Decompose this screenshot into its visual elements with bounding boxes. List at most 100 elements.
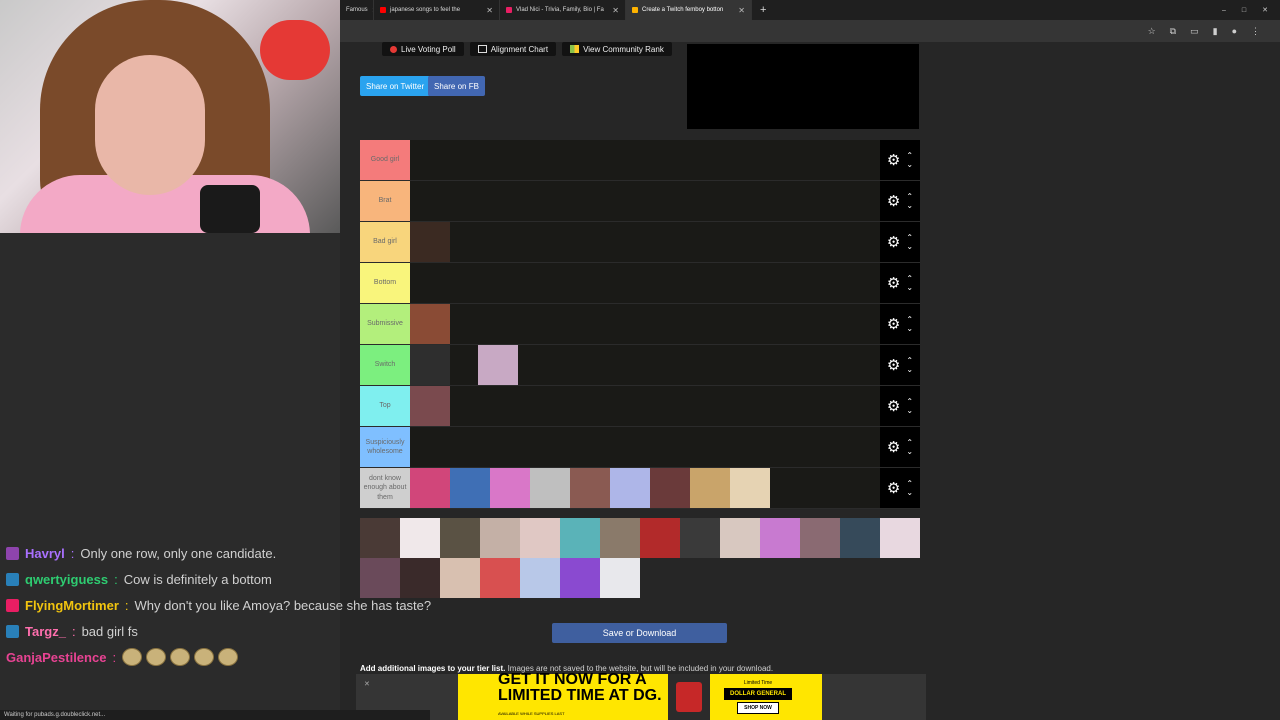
pool-image[interactable] xyxy=(560,518,600,558)
gear-icon[interactable]: ⚙ xyxy=(887,153,900,168)
chevron-down-icon[interactable]: ⌄ xyxy=(906,242,913,251)
pool-image[interactable] xyxy=(480,518,520,558)
tier-drop-area[interactable] xyxy=(410,427,880,467)
pool-image[interactable] xyxy=(720,518,760,558)
tier-image[interactable] xyxy=(570,468,610,508)
chevron-down-icon[interactable]: ⌄ xyxy=(906,488,913,497)
pool-image[interactable] xyxy=(480,558,520,598)
tier-image[interactable] xyxy=(450,468,490,508)
chat-username[interactable]: FlyingMortimer xyxy=(25,598,119,613)
pool-image[interactable] xyxy=(600,518,640,558)
gear-icon[interactable]: ⚙ xyxy=(887,276,900,291)
tier-image[interactable] xyxy=(530,468,570,508)
pool-image[interactable] xyxy=(520,518,560,558)
chevron-up-icon[interactable]: ⌃ xyxy=(906,356,913,365)
chevron-up-icon[interactable]: ⌃ xyxy=(906,192,913,201)
chevron-down-icon[interactable]: ⌄ xyxy=(906,324,913,333)
pool-image[interactable] xyxy=(680,518,720,558)
tier-label[interactable]: Suspiciously wholesome xyxy=(360,427,410,467)
tier-image[interactable] xyxy=(690,468,730,508)
chat-username[interactable]: GanjaPestilence xyxy=(6,650,106,665)
tier-label[interactable]: dont know enough about them xyxy=(360,468,410,508)
close-window-button[interactable]: ✕ xyxy=(1262,6,1268,14)
save-download-button[interactable]: Save or Download xyxy=(552,623,727,643)
tier-drop-area[interactable] xyxy=(410,140,880,180)
pool-image[interactable] xyxy=(560,558,600,598)
chevron-up-icon[interactable]: ⌃ xyxy=(906,438,913,447)
gear-icon[interactable]: ⚙ xyxy=(887,481,900,496)
pool-image[interactable] xyxy=(520,558,560,598)
new-tab-button[interactable]: + xyxy=(752,0,774,20)
tier-label[interactable]: Brat xyxy=(360,181,410,221)
chevron-up-icon[interactable]: ⌃ xyxy=(906,397,913,406)
gear-icon[interactable]: ⚙ xyxy=(887,235,900,250)
live-voting-button[interactable]: Live Voting Poll xyxy=(382,42,464,56)
close-icon[interactable]: ✕ xyxy=(364,680,370,688)
tier-image[interactable] xyxy=(410,222,450,262)
chevron-up-icon[interactable]: ⌃ xyxy=(906,233,913,242)
maximize-button[interactable]: □ xyxy=(1242,7,1246,14)
cast-icon[interactable]: ▭ xyxy=(1190,26,1199,37)
browser-tab[interactable]: Vlad Nici - Trivia, Family, Bio | Fa ✕ xyxy=(500,0,626,20)
tier-label[interactable]: Bottom xyxy=(360,263,410,303)
tier-image[interactable] xyxy=(730,468,770,508)
tier-image[interactable] xyxy=(410,304,450,344)
minimize-button[interactable]: – xyxy=(1222,7,1226,14)
tier-drop-area[interactable] xyxy=(410,345,880,385)
chevron-down-icon[interactable]: ⌄ xyxy=(906,447,913,456)
tier-image[interactable] xyxy=(490,468,530,508)
chevron-up-icon[interactable]: ⌃ xyxy=(906,315,913,324)
pool-image[interactable] xyxy=(600,558,640,598)
tier-image[interactable] xyxy=(610,468,650,508)
tier-label[interactable]: Switch xyxy=(360,345,410,385)
tier-drop-area[interactable] xyxy=(410,468,880,508)
tier-label[interactable]: Top xyxy=(360,386,410,426)
tier-drop-area[interactable] xyxy=(410,304,880,344)
chevron-down-icon[interactable]: ⌄ xyxy=(906,201,913,210)
gear-icon[interactable]: ⚙ xyxy=(887,440,900,455)
chevron-up-icon[interactable]: ⌃ xyxy=(906,274,913,283)
chat-username[interactable]: qwertyiguess xyxy=(25,572,108,587)
gear-icon[interactable]: ⚙ xyxy=(887,399,900,414)
tier-drop-area[interactable] xyxy=(410,263,880,303)
ad-banner[interactable]: GET IT NOW FOR A LIMITED TIME AT DG. AVA… xyxy=(458,672,822,720)
extensions-icon[interactable]: ⧉ xyxy=(1170,26,1176,37)
chevron-down-icon[interactable]: ⌄ xyxy=(906,365,913,374)
tier-image[interactable] xyxy=(410,345,450,385)
profile-icon[interactable]: ● xyxy=(1232,26,1237,36)
share-twitter-button[interactable]: Share on Twitter xyxy=(360,76,431,96)
chevron-down-icon[interactable]: ⌄ xyxy=(906,406,913,415)
shop-now-button[interactable]: SHOP NOW xyxy=(737,702,779,714)
chat-username[interactable]: Targz_ xyxy=(25,624,66,639)
chevron-up-icon[interactable]: ⌃ xyxy=(906,151,913,160)
chevron-down-icon[interactable]: ⌄ xyxy=(906,160,913,169)
tier-image[interactable] xyxy=(410,468,450,508)
star-icon[interactable]: ☆ xyxy=(1148,26,1156,37)
gear-icon[interactable]: ⚙ xyxy=(887,358,900,373)
pool-image[interactable] xyxy=(880,518,920,558)
browser-tab[interactable]: japanese songs to feel the ✕ xyxy=(374,0,500,20)
dragged-image[interactable] xyxy=(478,345,518,385)
pool-image[interactable] xyxy=(840,518,880,558)
alignment-chart-button[interactable]: Alignment Chart xyxy=(469,42,557,56)
close-icon[interactable]: ✕ xyxy=(738,6,745,15)
tier-drop-area[interactable] xyxy=(410,386,880,426)
tier-drop-area[interactable] xyxy=(410,222,880,262)
menu-icon[interactable]: ⋮ xyxy=(1251,26,1260,37)
chevron-down-icon[interactable]: ⌄ xyxy=(906,283,913,292)
close-icon[interactable]: ✕ xyxy=(486,6,493,15)
pool-image[interactable] xyxy=(640,518,680,558)
tier-label[interactable]: Bad girl xyxy=(360,222,410,262)
community-rank-button[interactable]: View Community Rank xyxy=(562,42,672,56)
pool-image[interactable] xyxy=(760,518,800,558)
tier-image[interactable] xyxy=(410,386,450,426)
tier-drop-area[interactable] xyxy=(410,181,880,221)
browser-tab-active[interactable]: Create a Twitch femboy botton ✕ xyxy=(626,0,752,20)
close-icon[interactable]: ✕ xyxy=(612,6,619,15)
chevron-up-icon[interactable]: ⌃ xyxy=(906,479,913,488)
tier-image[interactable] xyxy=(650,468,690,508)
gear-icon[interactable]: ⚙ xyxy=(887,317,900,332)
pool-image[interactable] xyxy=(800,518,840,558)
chat-username[interactable]: Havryl xyxy=(25,546,65,561)
tier-label[interactable]: Submissive xyxy=(360,304,410,344)
